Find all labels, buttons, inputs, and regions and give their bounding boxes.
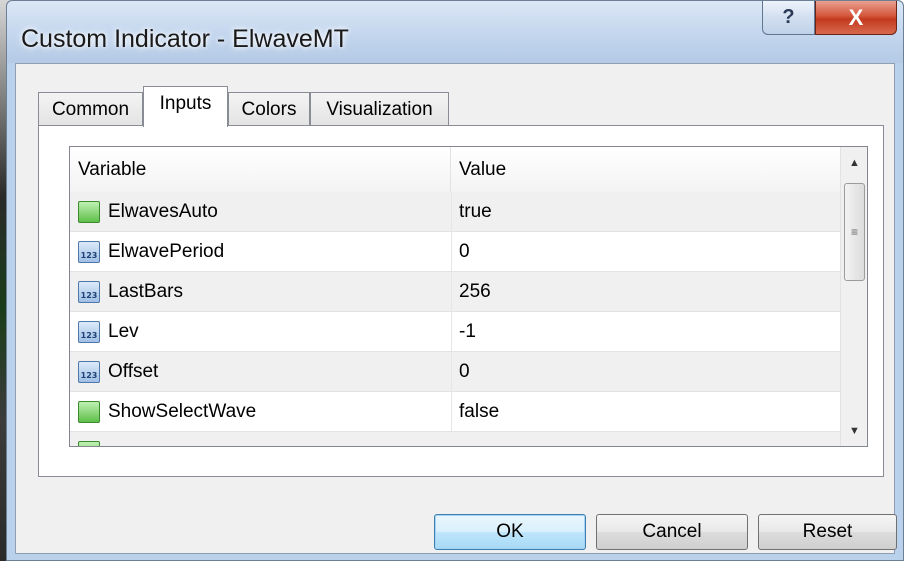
close-button[interactable]: X (815, 1, 897, 35)
cancel-button[interactable]: Cancel (596, 514, 748, 550)
variable-name: ElwavePeriod (108, 241, 225, 262)
variable-value[interactable]: false (459, 392, 499, 432)
table-row[interactable]: 123 LastBars 256 (70, 272, 840, 312)
number-icon: 123 (78, 241, 100, 263)
variable-name: ShowSelectWave (108, 401, 257, 422)
tab-visualization[interactable]: Visualization (310, 92, 449, 126)
tab-label: Visualization (326, 98, 433, 120)
scrollbar-thumb[interactable]: ≡ (844, 183, 865, 281)
cell-divider (451, 352, 452, 392)
bool-icon (78, 401, 100, 423)
variable-name: LastBars (108, 281, 183, 302)
close-icon: X (848, 4, 864, 30)
number-icon: 123 (78, 361, 100, 383)
help-button[interactable]: ? (762, 1, 815, 35)
cell-divider (451, 272, 452, 312)
dialog-client-area: Common Inputs Colors Visualization Varia… (15, 63, 897, 554)
column-header-value[interactable]: Value (451, 147, 840, 192)
table-row[interactable]: ShowSelectWave false (70, 392, 840, 432)
variable-value[interactable]: 0 (459, 352, 470, 392)
bool-icon (78, 441, 100, 446)
scroll-up-icon[interactable]: ▲ (841, 149, 867, 176)
vertical-scrollbar[interactable]: ▲ ≡ ▼ (840, 147, 867, 446)
variable-value[interactable]: -1 (459, 312, 476, 352)
table-row[interactable]: 123 Lev -1 (70, 312, 840, 352)
tab-colors[interactable]: Colors (228, 92, 310, 126)
window-title: Custom Indicator - ElwaveMT (21, 25, 349, 53)
tab-label: Colors (241, 98, 297, 120)
number-icon: 123 (78, 281, 100, 303)
ok-button[interactable]: OK (434, 514, 586, 550)
cell-divider (451, 392, 452, 432)
tab-label: Common (51, 98, 130, 120)
title-bar[interactable]: Custom Indicator - ElwaveMT ? X (7, 1, 903, 63)
tab-inputs[interactable]: Inputs (143, 86, 228, 127)
inputs-tab-panel: Variable Value ElwavesAuto true 123 Elwa… (38, 125, 884, 477)
table-row[interactable]: 123 Offset 0 (70, 352, 840, 392)
table-row[interactable]: ElwavesAuto true (70, 192, 840, 232)
list-header: Variable Value (70, 147, 840, 193)
variable-value[interactable]: 0 (459, 232, 470, 272)
help-icon: ? (782, 6, 795, 28)
variable-value[interactable]: 256 (459, 272, 491, 312)
variable-name: ElwavesAuto (108, 201, 218, 222)
variable-name: Offset (108, 361, 159, 382)
inputs-list[interactable]: Variable Value ElwavesAuto true 123 Elwa… (69, 146, 868, 447)
tab-label: Inputs (159, 93, 212, 114)
cell-divider (451, 312, 452, 352)
table-row-partial[interactable] (70, 432, 840, 446)
grip-icon: ≡ (850, 225, 858, 239)
cell-divider (451, 232, 452, 272)
cell-divider (451, 192, 452, 232)
bool-icon (78, 201, 100, 223)
table-row[interactable]: 123 ElwavePeriod 0 (70, 232, 840, 272)
variable-name: Lev (108, 321, 139, 342)
tab-common[interactable]: Common (38, 92, 143, 126)
reset-button[interactable]: Reset (758, 514, 897, 550)
column-header-variable[interactable]: Variable (70, 147, 451, 192)
dialog-window: Custom Indicator - ElwaveMT ? X Common I… (6, 0, 904, 561)
variable-value[interactable]: true (459, 192, 492, 232)
number-icon: 123 (78, 321, 100, 343)
scroll-down-icon[interactable]: ▼ (841, 417, 867, 444)
